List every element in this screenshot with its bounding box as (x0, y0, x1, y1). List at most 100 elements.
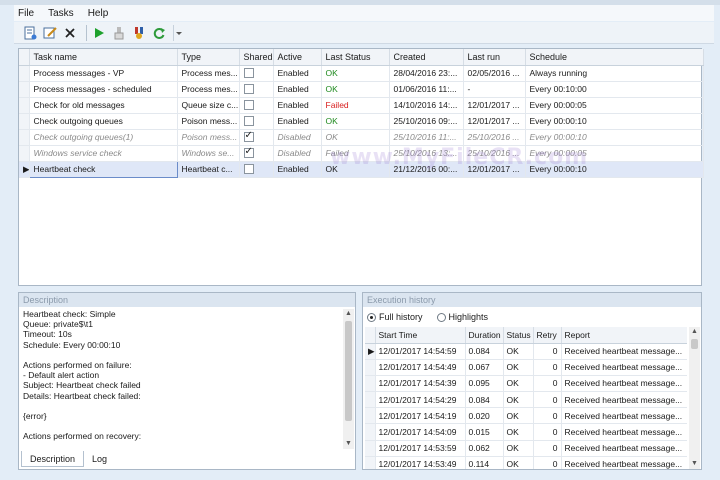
shared-icon[interactable] (131, 25, 147, 41)
row-indicator (19, 113, 30, 130)
task-active: Enabled (273, 161, 322, 178)
task-status: OK (321, 161, 390, 178)
task-row[interactable]: Check for old messages Queue size c... E… (19, 97, 704, 114)
history-row[interactable]: 12/01/2017 14:54:09 0.015 OK 0 Received … (365, 423, 687, 441)
task-schedule: Every 00:10:00 (525, 81, 704, 98)
col-type[interactable]: Type (177, 49, 240, 66)
scroll-up-icon[interactable]: ▲ (343, 309, 354, 319)
description-text[interactable]: Heartbeat check: Simple Queue: private$\… (21, 309, 343, 447)
radio-highlights-control[interactable] (436, 312, 446, 322)
task-type: Process mes... (177, 81, 240, 98)
new-task-icon[interactable] (22, 25, 38, 41)
history-row[interactable]: 12/01/2017 14:54:29 0.084 OK 0 Received … (365, 391, 687, 409)
col-last-status[interactable]: Last Status (321, 49, 390, 66)
description-panel: Description Heartbeat check: Simple Queu… (18, 292, 356, 470)
task-type: Queue size c... (177, 97, 240, 114)
radio-highlights[interactable]: Highlights (436, 312, 488, 322)
col-status[interactable]: Status (503, 327, 534, 344)
history-retry: 0 (533, 359, 562, 376)
col-active[interactable]: Active (273, 49, 322, 66)
history-status: OK (503, 359, 534, 376)
radio-full-history[interactable]: Full history (367, 312, 423, 322)
shared-checkbox[interactable] (243, 116, 254, 127)
shared-checkbox[interactable] (243, 164, 254, 175)
tab-log[interactable]: Log (84, 451, 115, 467)
shared-checkbox[interactable] (243, 84, 254, 95)
row-indicator (19, 129, 30, 146)
task-name[interactable]: Heartbeat check (28, 160, 178, 178)
execution-history-title: Execution history (363, 293, 701, 307)
row-indicator (365, 440, 376, 457)
col-last-run[interactable]: Last run (463, 49, 526, 66)
col-shared[interactable]: Shared (239, 49, 274, 66)
task-active: Disabled (273, 145, 322, 162)
task-shared (239, 129, 274, 146)
scroll-down-icon[interactable]: ▼ (343, 439, 354, 449)
row-indicator (19, 145, 30, 162)
menu-help[interactable]: Help (88, 8, 109, 19)
history-start: 12/01/2017 14:53:59 (375, 440, 466, 457)
history-retry: 0 (533, 407, 562, 425)
history-row[interactable]: 12/01/2017 14:54:39 0.095 OK 0 Received … (365, 375, 687, 393)
history-row[interactable]: 12/01/2017 14:54:19 0.020 OK 0 Received … (365, 407, 687, 425)
task-type: Poison mess... (177, 113, 240, 130)
stop-icon[interactable] (111, 25, 127, 41)
task-active: Enabled (273, 97, 322, 114)
edit-task-icon[interactable] (42, 25, 58, 41)
scroll-down-icon[interactable]: ▼ (689, 459, 700, 469)
run-icon[interactable] (91, 25, 107, 41)
history-row[interactable]: 12/01/2017 14:53:49 0.114 OK 0 Received … (365, 456, 687, 469)
task-row[interactable]: Check outgoing queues Poison mess... Ena… (19, 113, 704, 130)
history-row[interactable]: 12/01/2017 14:53:59 0.062 OK 0 Received … (365, 440, 687, 457)
radio-full-history-control[interactable] (367, 312, 376, 322)
task-type: Process mes... (177, 65, 240, 82)
task-name: Check outgoing queues (29, 113, 178, 130)
col-task-name[interactable]: Task name (29, 49, 178, 66)
task-created: 14/10/2016 14:... (389, 97, 464, 114)
task-row[interactable]: Process messages - scheduled Process mes… (19, 81, 704, 98)
task-row[interactable]: Process messages - VP Process mes... Ena… (19, 65, 704, 82)
task-created: 01/06/2016 11:... (389, 81, 464, 98)
scroll-thumb[interactable] (691, 339, 698, 349)
history-start: 12/01/2017 14:54:49 (375, 359, 466, 376)
col-created[interactable]: Created (389, 49, 464, 66)
task-name: Check outgoing queues(1) (29, 129, 178, 146)
col-start-time[interactable]: Start Time (375, 327, 466, 344)
description-line: Timeout: 10s (23, 329, 72, 340)
task-last-run: 12/01/2017 ... (463, 113, 526, 130)
task-row[interactable]: Check outgoing queues(1) Poison mess... … (19, 129, 704, 146)
task-created: 28/04/2016 23:... (389, 65, 464, 82)
history-retry: 0 (533, 391, 562, 409)
col-duration[interactable]: Duration (465, 327, 504, 344)
history-row[interactable]: ▶ 12/01/2017 14:54:59 0.084 OK 0 Receive… (365, 343, 687, 360)
history-retry: 0 (533, 456, 562, 469)
description-scrollbar[interactable]: ▲ ▼ (343, 309, 354, 449)
task-row[interactable]: Windows service check Windows se... Disa… (19, 145, 704, 162)
task-schedule: Every 00:00:10 (525, 161, 704, 178)
task-shared (239, 65, 274, 82)
description-line: Actions performed on failure: (23, 360, 132, 370)
col-schedule[interactable]: Schedule (525, 49, 704, 66)
scroll-up-icon[interactable]: ▲ (689, 327, 700, 337)
history-row[interactable]: 12/01/2017 14:54:49 0.067 OK 0 Received … (365, 359, 687, 376)
history-retry: 0 (533, 343, 562, 360)
history-scrollbar[interactable]: ▲ ▼ (689, 327, 700, 469)
scroll-thumb[interactable] (345, 321, 352, 421)
shared-checkbox[interactable] (243, 100, 254, 111)
shared-checkbox[interactable] (243, 68, 254, 79)
menu-tasks[interactable]: Tasks (48, 8, 74, 19)
task-row-selected[interactable]: ▶ Heartbeat check Heartbeat c... Enabled… (19, 160, 704, 178)
tab-description[interactable]: Description (21, 451, 85, 467)
menu-file[interactable]: File (18, 8, 34, 19)
col-report[interactable]: Report (561, 327, 687, 344)
refresh-icon[interactable] (151, 25, 167, 41)
delete-icon[interactable] (62, 25, 78, 41)
row-indicator (365, 456, 376, 469)
shared-checkbox[interactable] (243, 130, 254, 143)
history-start: 12/01/2017 14:54:19 (375, 407, 466, 425)
history-duration: 0.015 (465, 423, 504, 441)
history-report: Received heartbeat message... (561, 343, 687, 360)
shared-checkbox[interactable] (243, 146, 254, 159)
col-retry[interactable]: Retry (533, 327, 562, 344)
toolbar-dropdown-icon[interactable] (173, 24, 183, 41)
